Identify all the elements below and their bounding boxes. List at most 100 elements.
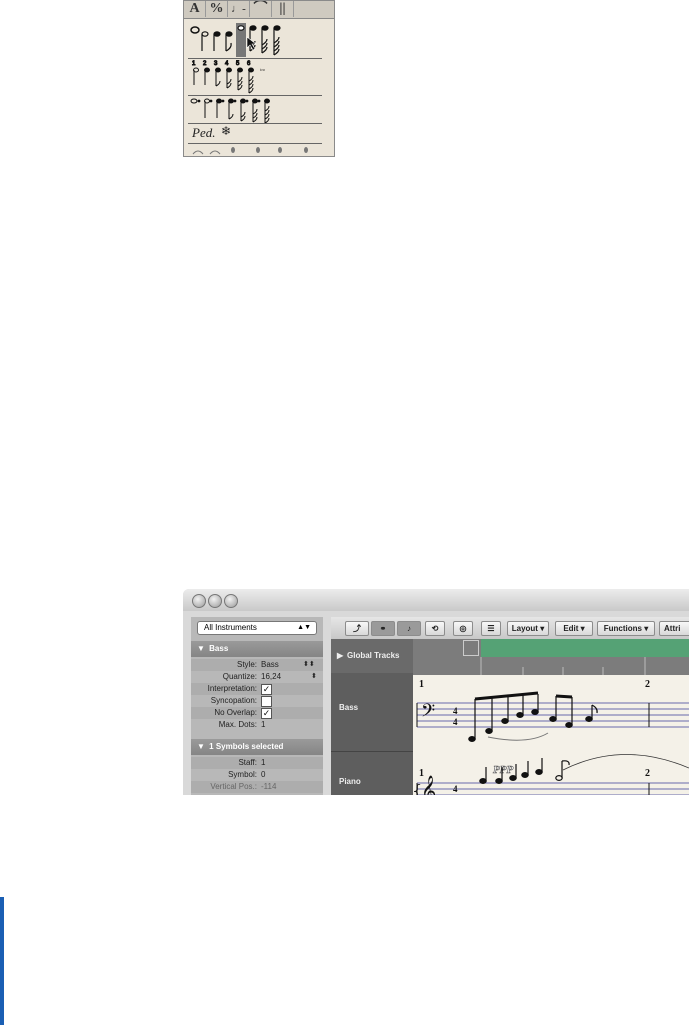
interpretation-label: Interpretation: [207,684,257,693]
syncopation-checkbox[interactable] [261,696,272,707]
edit-menu[interactable]: Edit ▾ [555,621,593,636]
max-dots-label: Max. Dots: [218,720,257,729]
zoom-button[interactable] [224,594,238,608]
note-group-row[interactable]: 1 2 3 4 5 6 ᵗʳᵒ [188,59,328,95]
svg-text:1: 1 [192,61,196,67]
symbols-header-label: 1 Symbols selected [209,742,284,751]
track-name-piano[interactable]: Piano [339,777,361,786]
ruler-ticks [480,657,646,675]
step-input-icon[interactable]: ◎ [453,621,473,636]
filter-menu-label: All Instruments [204,623,257,632]
playhead-handle[interactable] [463,640,479,656]
minimize-button[interactable] [208,594,222,608]
staff-row[interactable]: Staff: 1 [191,757,323,769]
layout-menu[interactable]: Layout ▾ [507,621,549,636]
track-list: ▶ Global Tracks Bass Piano [331,639,413,795]
interpretation-row[interactable]: Interpretation: ✓ [191,683,323,695]
global-tracks-area [413,639,689,675]
no-overlap-checkbox[interactable]: ✓ [261,708,272,719]
quantize-value[interactable]: 16,24 [261,671,281,683]
disclosure-triangle-icon: ▼ [197,644,205,653]
attributes-menu-label: Attri [664,624,681,633]
staff-label: Staff: [238,758,257,767]
region-header-label: Bass [209,644,229,653]
symbol-row[interactable]: Symbol: 0 [191,769,323,781]
svg-text:4: 4 [453,784,458,794]
track-name-bass[interactable]: Bass [339,703,358,712]
svg-text:4: 4 [225,61,229,67]
pedal-down-symbol[interactable]: Ped. [192,125,215,141]
quantize-label: Quantize: [222,672,257,681]
close-button[interactable] [192,594,206,608]
style-row[interactable]: Style: Bass ⬍⬍ [191,659,323,671]
global-tracks-label: Global Tracks [347,651,400,660]
svg-text:4: 4 [453,717,458,727]
part-box-palette: A % ♩- ⌒ || 1 2 3 4 5 6 ᵗʳᵒ Ped. ❄ [183,0,335,157]
edit-menu-label: Edit [563,624,579,633]
stepper-icon[interactable]: ⬍⬍ [303,659,315,671]
page-margin-marker [0,897,4,1025]
no-overlap-row[interactable]: No Overlap: ✓ [191,707,323,719]
stepper-icon[interactable]: ⬍ [311,671,317,683]
tab-notes[interactable]: ♩- [228,1,250,17]
part-box-tabs: A % ♩- ⌒ || [184,1,334,19]
no-overlap-label: No Overlap: [214,708,257,717]
svg-text:6: 6 [247,61,251,67]
vertical-pos-value[interactable]: -114 [261,781,276,793]
symbols-inspector-header[interactable]: ▼ 1 Symbols selected [191,739,323,755]
style-label: Style: [236,660,257,669]
title-bar [183,589,689,611]
layout-menu-label: Layout [511,624,538,633]
mouse-pointer-icon [246,36,257,51]
tab-text[interactable]: A [184,1,206,17]
score-editor-window: All Instruments ▲▼ ▼ Bass Style: Bass ⬍⬍… [183,589,689,795]
svg-text:5: 5 [236,61,240,67]
disclosure-triangle-icon: ▶ [337,651,344,660]
tab-bars[interactable]: || [272,1,294,17]
divider [331,751,413,752]
divider [188,123,322,124]
global-tracks-header[interactable]: ▶ Global Tracks [331,639,413,673]
catch-icon[interactable]: ⟲ [425,621,445,636]
inspector-panel: All Instruments ▲▼ ▼ Bass Style: Bass ⬍⬍… [191,617,323,795]
pedal-up-icon[interactable]: ❄ [221,124,231,138]
tab-slurs[interactable]: ⌒ [250,1,272,17]
functions-menu[interactable]: Functions ▾ [597,621,655,636]
time-signature: 4 [453,706,458,716]
list-icon[interactable]: ☰ [481,621,501,636]
svg-text:2: 2 [203,61,207,67]
tuplet-label: ᵗʳᵒ [260,67,265,75]
score-toolbar: ⤴ ⚭ ♪ ⟲ ◎ ☰ Layout ▾ Edit ▾ Functions ▾ … [331,617,689,639]
bass-clef-icon: 𝄢 [421,701,435,726]
svg-text:3: 3 [214,61,218,67]
dotted-notes-row[interactable] [188,96,328,124]
interpretation-checkbox[interactable]: ✓ [261,684,272,695]
functions-menu-label: Functions [603,624,642,633]
hierarchy-up-icon[interactable]: ⤴ [345,621,369,636]
region-inspector-header[interactable]: ▼ Bass [191,641,323,657]
syncopation-label: Syncopation: [210,696,257,705]
popup-arrows-icon: ▲▼ [297,624,311,631]
max-dots-value[interactable]: 1 [261,719,265,731]
more-symbols-row[interactable] [188,144,328,157]
instrument-filter-menu[interactable]: All Instruments ▲▼ [197,621,317,635]
treble-clef-icon: 𝄞 [421,775,436,795]
region-bar[interactable] [481,639,689,657]
disclosure-triangle-icon: ▼ [197,742,205,751]
vertical-pos-label: Vertical Pos.: [210,782,257,791]
quantize-row[interactable]: Quantize: 16,24 ⬍ [191,671,323,683]
syncopation-row[interactable]: Syncopation: [191,695,323,707]
link-icon[interactable]: ⚭ [371,621,395,636]
staff-value[interactable]: 1 [261,757,265,769]
vertical-pos-row[interactable]: Vertical Pos.: -114 [191,781,323,793]
max-dots-row[interactable]: Max. Dots: 1 [191,719,323,731]
note-values-row[interactable] [188,21,328,57]
midi-out-icon[interactable]: ♪ [397,621,421,636]
symbol-value[interactable]: 0 [261,769,265,781]
tab-percent[interactable]: % [206,1,228,17]
symbol-label: Symbol: [228,770,257,779]
score-area: 1 2 1 2 PPP 𝄢 4 4 {𝄞 4 [413,675,689,795]
attributes-menu[interactable]: Attri [659,621,689,636]
score-notation[interactable]: 𝄢 4 4 {𝄞 4 [413,675,689,795]
style-value[interactable]: Bass [261,659,279,671]
